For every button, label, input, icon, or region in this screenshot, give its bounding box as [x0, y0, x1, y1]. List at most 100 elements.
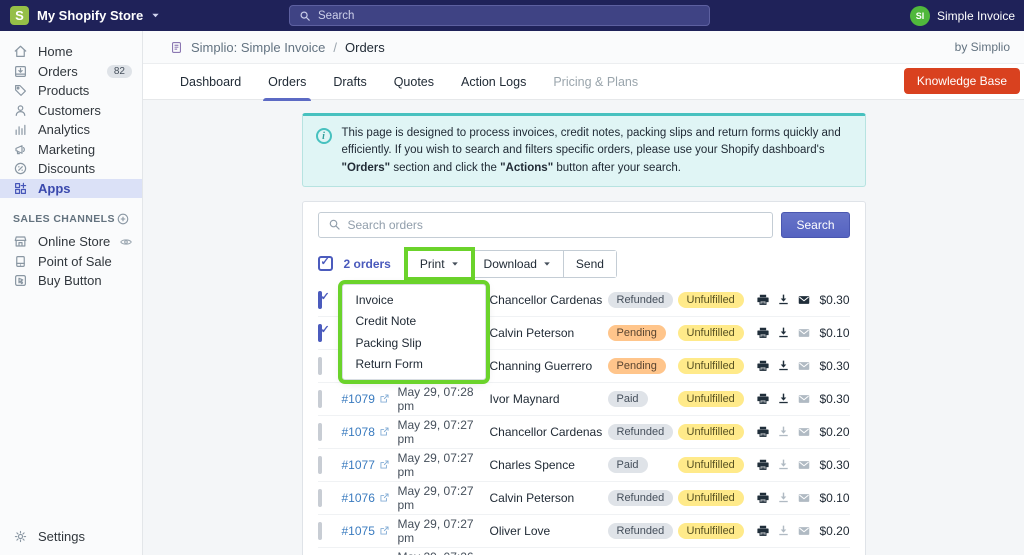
sidebar-item-buy-button[interactable]: Buy Button: [0, 271, 142, 291]
online-store-icon: [13, 234, 29, 249]
store-menu[interactable]: S My Shopify Store: [0, 6, 160, 25]
row-checkbox[interactable]: [317, 290, 322, 309]
print-button[interactable]: Print: [403, 246, 475, 281]
fulfillment-status-badge: Unfulfilled: [677, 291, 744, 308]
print-icon[interactable]: [756, 458, 770, 472]
print-icon[interactable]: [756, 425, 770, 439]
fulfillment-status-badge: Unfulfilled: [677, 357, 744, 374]
sidebar-item-settings[interactable]: Settings: [0, 527, 142, 547]
mail-icon[interactable]: [797, 392, 811, 406]
mail-icon[interactable]: [797, 326, 811, 340]
mail-icon[interactable]: [797, 425, 811, 439]
order-search-input[interactable]: Search orders: [317, 211, 774, 238]
print-icon[interactable]: [756, 359, 770, 373]
sidebar-item-analytics[interactable]: Analytics: [0, 120, 142, 140]
shopify-logo-icon: S: [10, 6, 29, 25]
external-link-icon: [379, 525, 390, 536]
mail-icon[interactable]: [797, 359, 811, 373]
knowledge-base-button[interactable]: Knowledge Base: [903, 68, 1020, 94]
print-menu-item[interactable]: Return Form: [343, 355, 485, 373]
order-amount: $0.20: [819, 424, 850, 439]
download-icon[interactable]: [777, 458, 790, 471]
send-button[interactable]: Send: [562, 250, 616, 277]
sidebar-item-point-of-sale[interactable]: Point of Sale: [0, 252, 142, 272]
mail-icon[interactable]: [797, 491, 811, 505]
print-menu-item[interactable]: Credit Note: [343, 312, 485, 330]
chevron-down-icon: [151, 11, 160, 20]
row-checkbox[interactable]: [317, 422, 322, 441]
sidebar-item-label: Orders: [38, 63, 78, 79]
global-search-input[interactable]: Search: [289, 5, 710, 26]
row-checkbox[interactable]: [317, 455, 322, 474]
download-icon[interactable]: [777, 359, 790, 372]
external-link-icon: [379, 393, 390, 404]
print-menu-item[interactable]: Packing Slip: [343, 334, 485, 352]
order-link[interactable]: #1076: [342, 491, 398, 505]
select-all-checkbox[interactable]: [317, 255, 333, 272]
mail-icon[interactable]: [797, 524, 811, 538]
order-link[interactable]: #1075: [342, 524, 398, 538]
breadcrumb-app[interactable]: Simplio: Simple Invoice: [191, 40, 325, 55]
print-icon[interactable]: [756, 491, 770, 505]
download-icon[interactable]: [777, 524, 790, 537]
download-icon[interactable]: [777, 491, 790, 504]
sidebar-item-products[interactable]: Products: [0, 81, 142, 101]
pos-icon: [13, 254, 29, 269]
sidebar-item-online-store[interactable]: Online Store: [0, 232, 142, 252]
sidebar-item-label: Home: [38, 44, 73, 60]
search-button[interactable]: Search: [781, 211, 850, 238]
eye-icon[interactable]: [119, 235, 133, 249]
row-checkbox[interactable]: [317, 323, 322, 342]
row-checkbox[interactable]: [317, 521, 322, 540]
global-search-placeholder: Search: [318, 9, 355, 22]
account-name: Simple Invoice: [936, 8, 1015, 23]
sidebar-item-discounts[interactable]: Discounts: [0, 159, 142, 179]
row-checkbox[interactable]: [317, 488, 322, 507]
order-link[interactable]: #1077: [342, 458, 398, 472]
row-checkbox[interactable]: [317, 389, 322, 408]
avatar: SI: [909, 5, 930, 26]
print-icon[interactable]: [756, 293, 770, 307]
download-icon[interactable]: [777, 425, 790, 438]
order-link[interactable]: #1079: [342, 392, 398, 406]
add-channel-icon[interactable]: [116, 212, 130, 226]
mail-icon[interactable]: [797, 293, 811, 307]
sidebar-item-customers[interactable]: Customers: [0, 101, 142, 121]
main-area: Simplio: Simple Invoice / Orders by Simp…: [143, 31, 1024, 555]
download-icon[interactable]: [777, 392, 790, 405]
tab-drafts[interactable]: Drafts: [333, 64, 366, 100]
store-name: My Shopify Store: [37, 8, 144, 23]
order-date: May 29, 07:27 pm: [397, 516, 474, 545]
tab-pricing-plans[interactable]: Pricing & Plans: [553, 64, 638, 100]
sidebar-item-home[interactable]: Home: [0, 42, 142, 62]
table-row: #1077 May 29, 07:27 pm Charles Spence Pa…: [317, 449, 850, 482]
print-icon[interactable]: [756, 392, 770, 406]
fulfillment-status-badge: Unfulfilled: [677, 390, 744, 407]
row-checkbox[interactable]: [317, 356, 322, 375]
tab-dashboard[interactable]: Dashboard: [180, 64, 241, 100]
download-button[interactable]: Download: [470, 250, 563, 277]
tab-action-logs[interactable]: Action Logs: [461, 64, 526, 100]
account-menu[interactable]: SI Simple Invoice: [909, 0, 1015, 31]
download-icon[interactable]: [777, 326, 790, 339]
mail-icon[interactable]: [797, 458, 811, 472]
sidebar-item-orders[interactable]: Orders 82: [0, 62, 142, 82]
print-menu-item[interactable]: Invoice: [343, 291, 485, 309]
download-icon[interactable]: [777, 293, 790, 306]
order-link[interactable]: #1078: [342, 425, 398, 439]
customer-name: Calvin Peterson: [489, 490, 575, 505]
customer-name: Oliver Love: [489, 523, 551, 538]
print-icon[interactable]: [756, 326, 770, 340]
sidebar-item-apps[interactable]: Apps: [0, 178, 142, 198]
payment-status-badge: Refunded: [607, 423, 674, 440]
sidebar-item-marketing[interactable]: Marketing: [0, 140, 142, 160]
tab-quotes[interactable]: Quotes: [394, 64, 434, 100]
sidebar-channel-label: Online Store: [38, 234, 111, 250]
gear-icon: [13, 529, 29, 544]
buy-button-icon: [13, 273, 29, 288]
customer-name: Chancellor Cardenas: [489, 424, 603, 439]
external-link-icon: [379, 426, 390, 437]
analytics-icon: [13, 122, 29, 137]
print-icon[interactable]: [756, 524, 770, 538]
tab-orders[interactable]: Orders: [263, 64, 312, 101]
